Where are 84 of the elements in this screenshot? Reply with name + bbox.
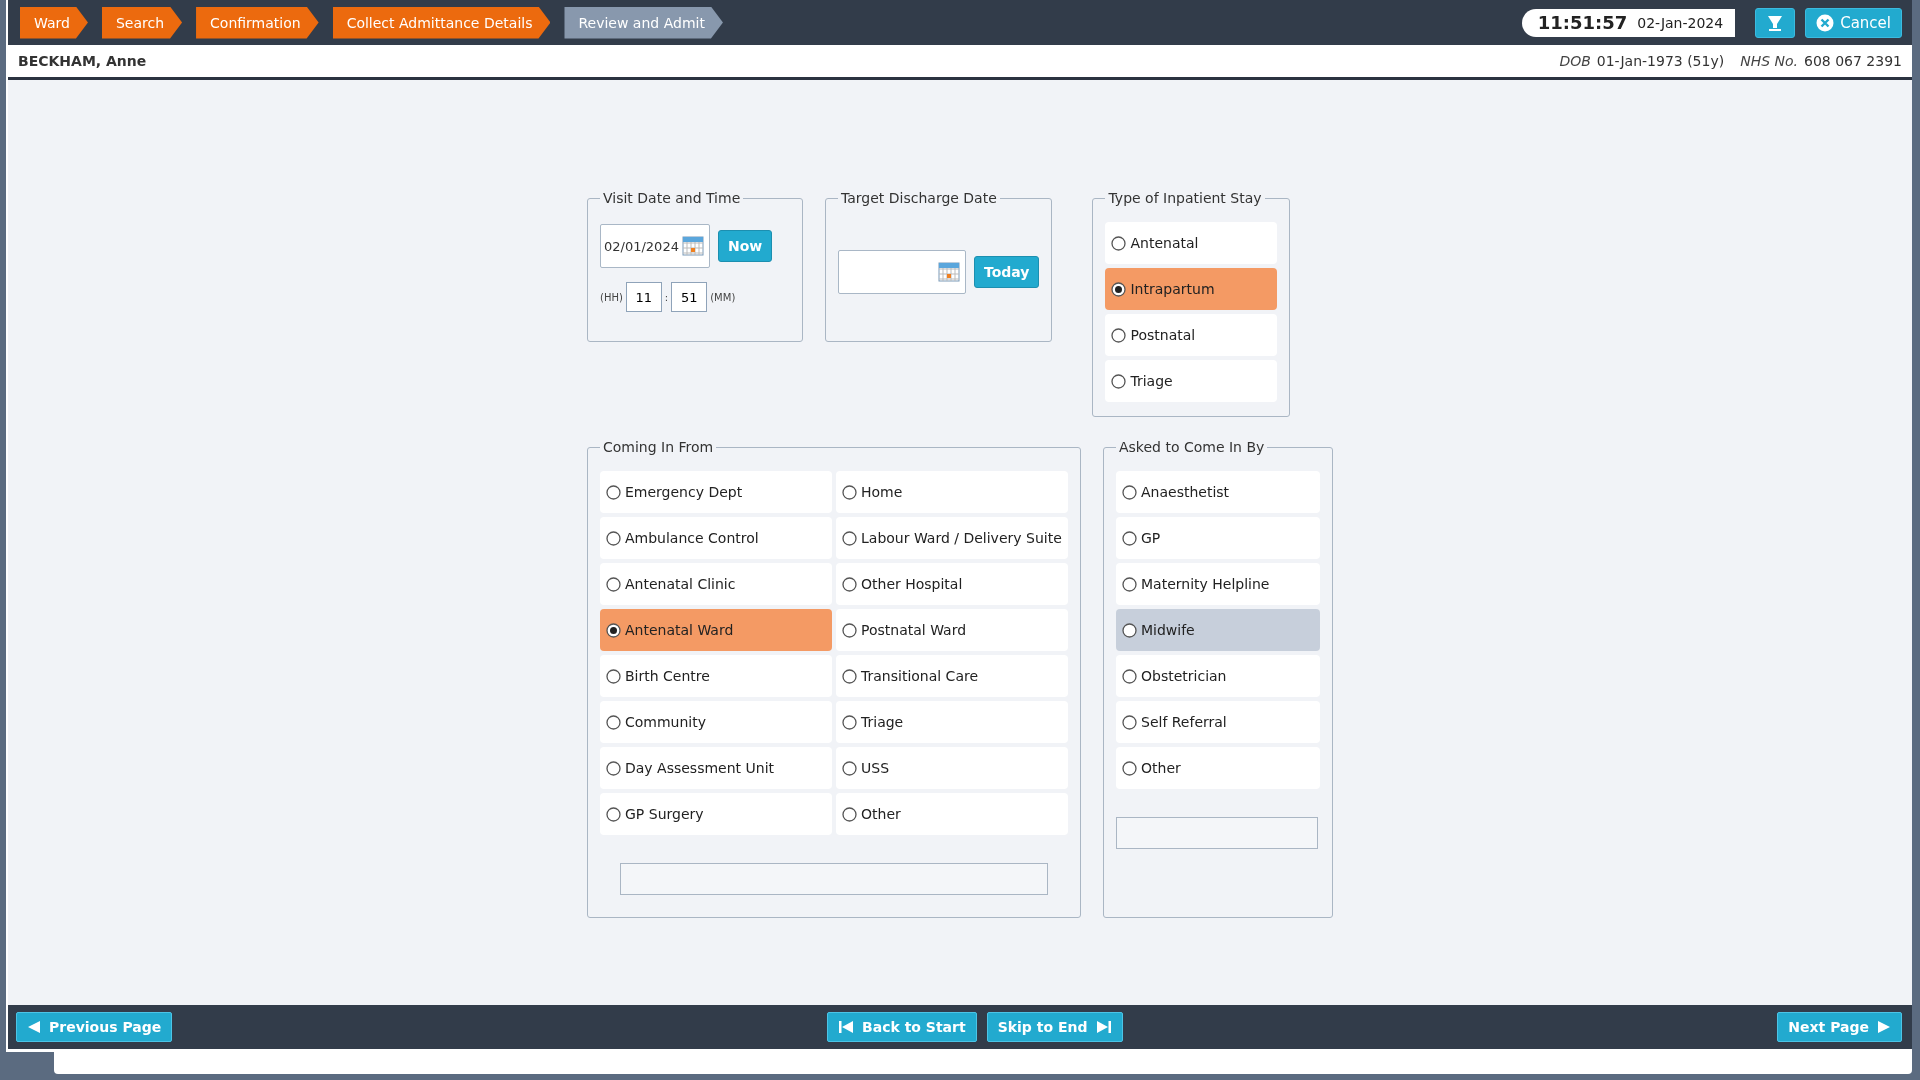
right-arrow-icon xyxy=(1877,1020,1891,1034)
clock-time: 11:51:57 xyxy=(1537,12,1628,33)
radio-icon xyxy=(842,760,857,776)
group-legend: Type of Inpatient Stay xyxy=(1105,190,1265,206)
radio-icon xyxy=(842,576,857,592)
radio-icon xyxy=(1122,714,1137,730)
radio-icon xyxy=(842,484,857,500)
radio-icon xyxy=(842,806,857,822)
radio-icon xyxy=(606,714,621,730)
patient-name: BECKHAM, Anne xyxy=(18,53,147,69)
radio-option[interactable]: Day Assessment Unit xyxy=(600,747,832,789)
group-legend: Asked to Come In By xyxy=(1116,439,1268,455)
hour-label: (HH) xyxy=(600,291,623,303)
text-field[interactable] xyxy=(620,863,1048,895)
group-legend: Target Discharge Date xyxy=(838,190,1000,206)
radio-option[interactable]: Ambulance Control xyxy=(600,517,832,559)
date-field[interactable]: 02/01/2024 xyxy=(600,224,710,268)
radio-icon xyxy=(606,484,621,500)
radio-option[interactable]: Antenatal Ward xyxy=(600,609,832,651)
funnel-icon xyxy=(1766,13,1785,32)
radio-option[interactable]: GP xyxy=(1116,517,1320,559)
text-field[interactable] xyxy=(1116,817,1318,849)
radio-icon xyxy=(606,622,621,638)
dob-label: DOB xyxy=(1559,53,1591,69)
radio-option[interactable]: Postnatal Ward xyxy=(836,609,1068,651)
filter-button[interactable] xyxy=(1755,7,1796,38)
radio-option[interactable]: Obstetrician xyxy=(1116,655,1320,697)
radio-icon xyxy=(1111,281,1127,297)
date-field[interactable] xyxy=(838,250,966,294)
radio-option[interactable]: Postnatal xyxy=(1105,314,1278,356)
radio-option[interactable]: Anaesthetist xyxy=(1116,471,1320,513)
dob-value: 01-Jan-1973 (51y) xyxy=(1596,53,1725,69)
radio-icon xyxy=(1122,622,1137,638)
minute-field[interactable]: 51 xyxy=(671,282,708,312)
clock-date: 02-Jan-2024 xyxy=(1637,14,1724,31)
radio-icon xyxy=(1122,668,1137,684)
calendar-icon[interactable] xyxy=(682,236,704,256)
radio-option[interactable]: Triage xyxy=(836,701,1068,743)
radio-icon xyxy=(1122,576,1137,592)
radio-icon xyxy=(606,806,621,822)
radio-option[interactable]: Community xyxy=(600,701,832,743)
radio-icon xyxy=(842,622,857,638)
radio-option[interactable]: USS xyxy=(836,747,1068,789)
left-arrow-icon xyxy=(27,1020,41,1034)
radio-icon xyxy=(1122,484,1137,500)
radio-icon xyxy=(1111,327,1127,343)
radio-option[interactable]: Antenatal xyxy=(1105,222,1278,264)
radio-option[interactable]: Home xyxy=(836,471,1068,513)
radio-option[interactable]: Birth Centre xyxy=(600,655,832,697)
radio-option[interactable]: Other xyxy=(1116,747,1320,789)
radio-icon xyxy=(842,668,857,684)
radio-icon xyxy=(606,760,621,776)
group-legend: Visit Date and Time xyxy=(600,190,744,206)
radio-icon xyxy=(842,714,857,730)
hour-field[interactable]: 11 xyxy=(625,282,662,312)
radio-option[interactable]: Labour Ward / Delivery Suite xyxy=(836,517,1068,559)
radio-option[interactable]: Other xyxy=(836,793,1068,835)
group-legend: Coming In From xyxy=(600,439,717,455)
radio-icon xyxy=(1111,235,1127,251)
nhs-label: NHS No. xyxy=(1740,53,1798,69)
close-icon xyxy=(1816,13,1835,32)
skip-back-icon xyxy=(838,1020,855,1034)
radio-option[interactable]: Emergency Dept xyxy=(600,471,832,513)
radio-option[interactable]: Midwife xyxy=(1116,609,1320,651)
time-separator: : xyxy=(664,291,669,303)
radio-option[interactable]: GP Surgery xyxy=(600,793,832,835)
radio-option[interactable]: Antenatal Clinic xyxy=(600,563,832,605)
radio-option[interactable]: Self Referral xyxy=(1116,701,1320,743)
radio-option[interactable]: Transitional Care xyxy=(836,655,1068,697)
calendar-icon[interactable] xyxy=(938,262,960,282)
radio-option[interactable]: Triage xyxy=(1105,360,1278,402)
radio-icon xyxy=(1122,530,1137,546)
radio-option[interactable]: Intrapartum xyxy=(1105,268,1278,310)
radio-icon xyxy=(606,530,621,546)
minute-label: (MM) xyxy=(710,291,736,303)
skip-forward-icon xyxy=(1095,1020,1112,1034)
radio-icon xyxy=(606,576,621,592)
radio-icon xyxy=(606,668,621,684)
radio-icon xyxy=(1111,373,1127,389)
radio-option[interactable]: Maternity Helpline xyxy=(1116,563,1320,605)
radio-icon xyxy=(1122,760,1137,776)
nhs-value: 608 067 2391 xyxy=(1804,53,1902,69)
radio-icon xyxy=(842,530,857,546)
radio-option[interactable]: Other Hospital xyxy=(836,563,1068,605)
